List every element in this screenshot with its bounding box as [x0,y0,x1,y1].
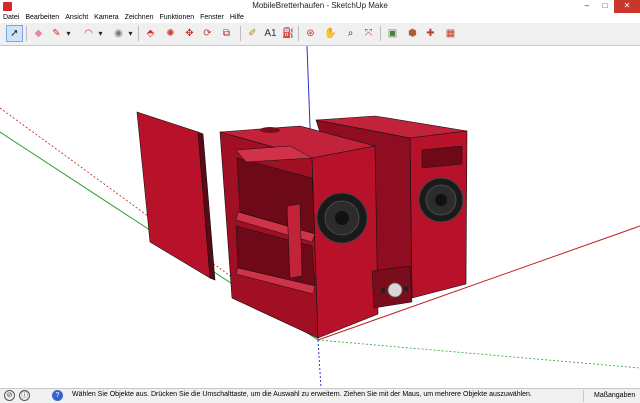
toolbar-separator [380,26,381,41]
shape-tool-icon[interactable]: ◉ [110,25,127,42]
window-title: MobileBretterhaufen - SketchUp Make [252,1,388,10]
orbit-tool-icon[interactable]: ⊛ [302,25,319,42]
menu-bearbeiten[interactable]: Bearbeiten [22,13,62,23]
rotate-tool-icon[interactable]: ⟳ [199,25,216,42]
extension-manager-tool-icon[interactable]: ▦ [442,25,459,42]
loose-side-panel[interactable] [136,111,216,281]
geolocation-icon[interactable]: ⊘ [4,390,15,401]
toolbar-separator [26,26,27,41]
paint-bucket-tool-icon[interactable]: ⛽ [280,25,297,42]
status-bar: ⊘ ⓘ ? Wählen Sie Objekte aus. Drücken Si… [0,388,640,403]
zoom-extents-tool-icon[interactable]: ⤧ [360,25,377,42]
minimize-button[interactable]: – [578,0,596,13]
close-button[interactable]: ✕ [614,0,640,13]
pencil-line-tool-icon[interactable]: ✎ [48,25,65,42]
text-tool-icon[interactable]: A1 [262,25,279,42]
maximize-button[interactable]: □ [596,0,614,13]
dropdown-arrow-icon[interactable]: ▾ [96,25,105,42]
menu-ansicht[interactable]: Ansicht [62,13,91,23]
pan-tool-icon[interactable]: ✋ [322,25,339,42]
extension-warehouse-tool-icon[interactable]: ✚ [422,25,439,42]
toolbar-separator [138,26,139,41]
title-bar: MobileBretterhaufen - SketchUp Make – □ … [0,0,640,14]
green-axis-negative [317,339,640,369]
warehouse-tool-icon[interactable]: ▣ [384,25,401,42]
tape-measure-tool-icon[interactable]: ✐ [244,25,261,42]
toolbar: ➚ ◆ ✎ ▾ ◠ ▾ ◉ ▾ ⬘ ✺ ✥ ⟳ ⧉ ✐ A1 ⛽ ⊛ ✋ ⌕ ⤧ ▣ ⬢ ✚ ▦ [0,23,640,46]
menu-funktionen[interactable]: Funktionen [156,13,197,23]
window-controls: – □ ✕ [578,0,640,13]
help-icon[interactable]: ? [52,390,63,401]
dropdown-arrow-icon[interactable]: ▾ [126,25,135,42]
volume-knob [387,282,403,298]
menu-fenster[interactable]: Fenster [197,13,227,23]
menu-zeichnen[interactable]: Zeichnen [122,13,157,23]
model-viewport[interactable] [0,46,640,388]
move-tool-icon[interactable]: ✥ [181,25,198,42]
blue-axis-below [317,339,322,388]
menu-bar: Datei Bearbeiten Ansicht Kamera Zeichnen… [0,13,640,23]
scale-tool-icon[interactable]: ⧉ [218,25,235,42]
menu-datei[interactable]: Datei [0,13,22,23]
select-tool-icon[interactable]: ➚ [6,25,23,42]
menu-kamera[interactable]: Kamera [91,13,122,23]
dropdown-arrow-icon[interactable]: ▾ [64,25,73,42]
share-model-tool-icon[interactable]: ⬢ [404,25,421,42]
push-pull-tool-icon[interactable]: ⬘ [142,25,159,42]
menu-hilfe[interactable]: Hilfe [227,13,247,23]
zoom-tool-icon[interactable]: ⌕ [342,25,359,42]
toolbar-separator [240,26,241,41]
status-message: Wählen Sie Objekte aus. Drücken Sie die … [72,391,532,398]
arc-tool-icon[interactable]: ◠ [80,25,97,42]
credits-icon[interactable]: ⓘ [19,390,30,401]
measurements-box[interactable]: Maßangaben [583,390,635,402]
scene-canvas[interactable] [0,46,640,388]
toolbar-separator [298,26,299,41]
follow-me-tool-icon[interactable]: ✺ [162,25,179,42]
eraser-tool-icon[interactable]: ◆ [30,25,47,42]
